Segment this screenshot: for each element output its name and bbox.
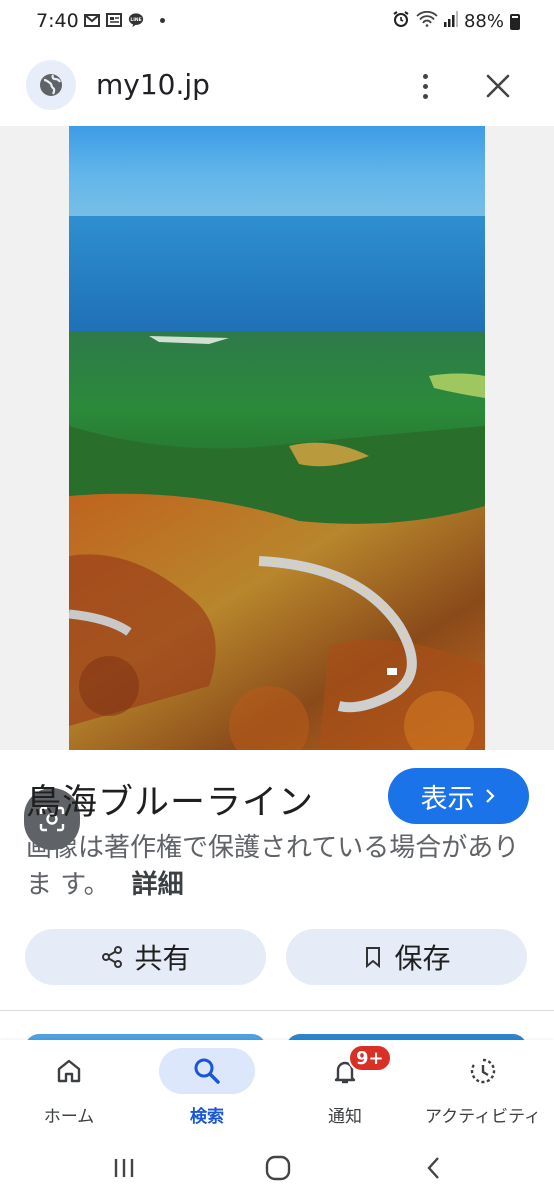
bottom-navigation: ホーム 検索 9+ 通知 アクティビティ — [0, 1040, 554, 1136]
share-button[interactable]: 共有 — [25, 929, 266, 985]
battery-icon — [510, 13, 520, 30]
save-button[interactable]: 保存 — [286, 929, 527, 985]
signal-icon — [443, 11, 458, 32]
copyright-notice: 画像は著作権で保護されている場合がありま す。 詳細 — [26, 830, 531, 904]
close-icon[interactable] — [476, 64, 520, 108]
system-status: 88% — [392, 10, 520, 33]
nav-home[interactable]: ホーム — [0, 1040, 138, 1136]
wifi-icon — [416, 10, 438, 32]
image-title: 鳥海ブルーライン — [26, 783, 315, 823]
landscape-photo[interactable] — [69, 126, 485, 750]
back-icon[interactable] — [414, 1148, 454, 1188]
view-button[interactable]: 表示 — [388, 768, 529, 824]
status-time: 7:40 — [36, 10, 79, 32]
system-navigation — [0, 1136, 554, 1200]
status-bar: 7:40 LINE 88% — [0, 0, 554, 44]
save-label: 保存 — [394, 942, 451, 975]
home-circle-icon[interactable] — [258, 1148, 298, 1188]
share-label: 共有 — [134, 942, 191, 975]
nav-activity-label: アクティビティ — [424, 1107, 542, 1127]
chevron-right-icon — [485, 789, 495, 803]
line-icon: LINE — [128, 12, 144, 28]
battery-text: 88% — [463, 11, 504, 32]
more-options-icon[interactable] — [410, 68, 440, 104]
svg-text:LINE: LINE — [130, 17, 141, 23]
view-button-label: 表示 — [420, 783, 475, 815]
divider — [0, 1010, 554, 1011]
search-icon — [159, 1048, 255, 1094]
nav-notifications[interactable]: 9+ 通知 — [276, 1040, 414, 1136]
nav-activity[interactable]: アクティビティ — [414, 1040, 552, 1136]
globe-icon[interactable] — [26, 60, 76, 110]
nav-search-label: 検索 — [190, 1107, 224, 1127]
nav-search[interactable]: 検索 — [138, 1040, 276, 1136]
notification-icons: LINE — [84, 12, 165, 28]
recents-icon[interactable] — [104, 1148, 144, 1188]
activity-icon — [435, 1048, 531, 1094]
details-link[interactable]: 詳細 — [132, 870, 184, 900]
alarm-icon — [392, 10, 410, 33]
notification-badge: 9+ — [348, 1044, 392, 1072]
bookmark-icon — [366, 947, 381, 969]
share-icon — [102, 946, 123, 968]
nav-home-label: ホーム — [43, 1107, 95, 1127]
home-icon — [21, 1048, 117, 1094]
source-url[interactable]: my10.jp — [96, 68, 210, 101]
dot-icon — [160, 17, 165, 23]
source-header: my10.jp — [0, 44, 554, 126]
copyright-text: 画像は著作権で保護されている場合がありま す。 — [26, 833, 520, 900]
image-viewer — [0, 126, 554, 850]
news-icon — [106, 12, 122, 28]
gmail-icon — [84, 12, 100, 28]
nav-notifications-label: 通知 — [328, 1107, 362, 1127]
